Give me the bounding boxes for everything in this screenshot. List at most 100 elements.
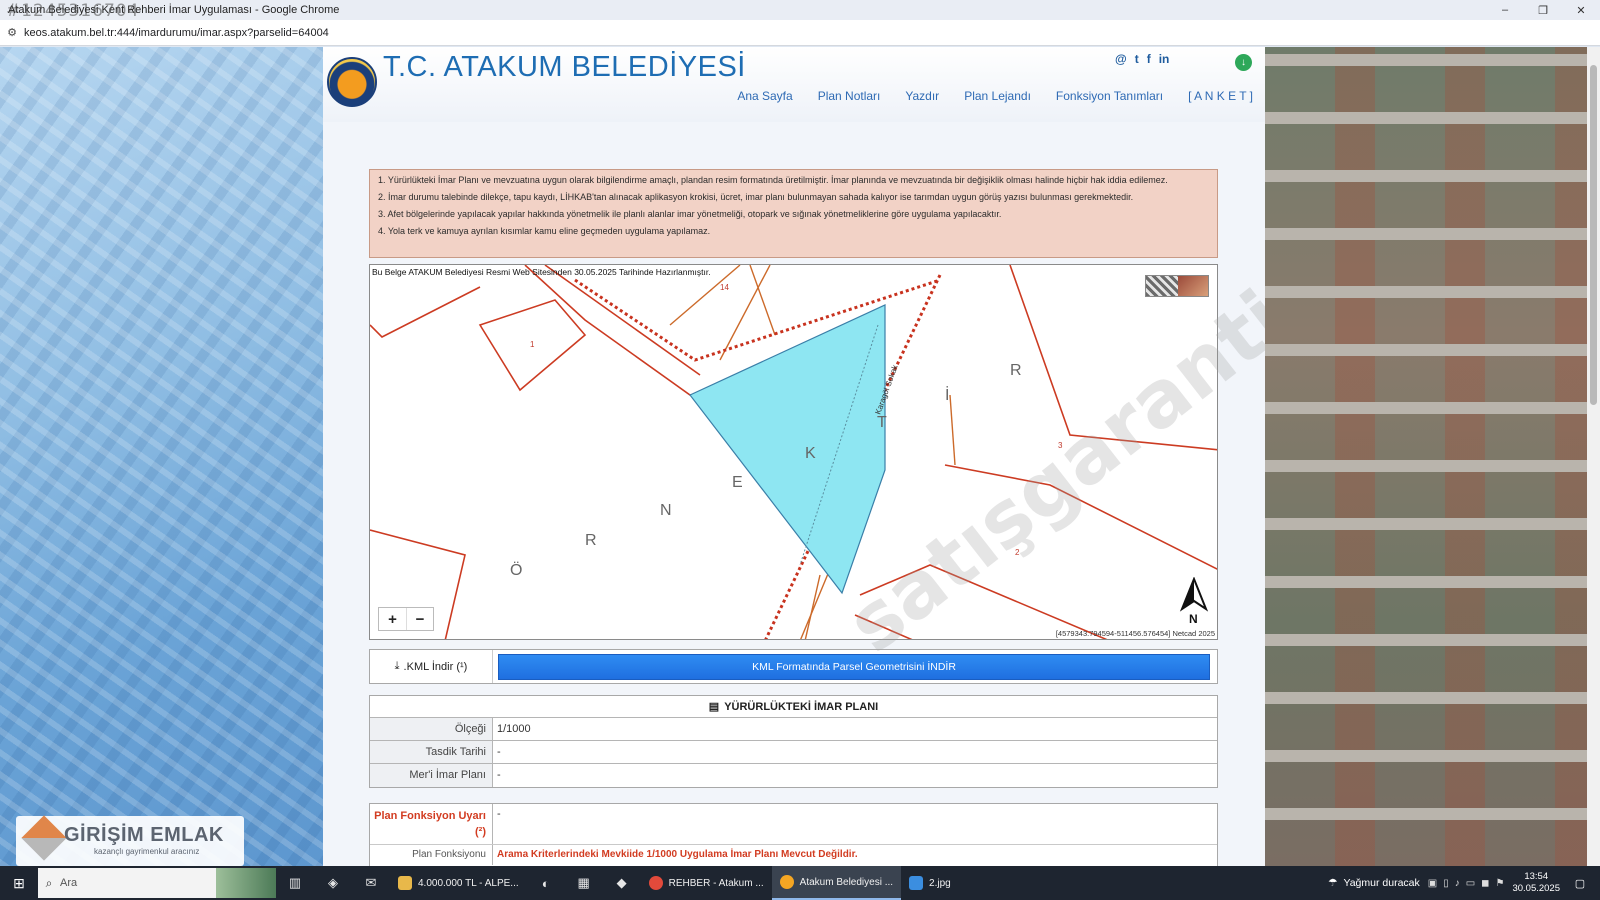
copilot-app-icon[interactable]: ◆ bbox=[603, 866, 641, 900]
tray-app-icon[interactable]: ◼ bbox=[1481, 878, 1489, 889]
area-letter: K bbox=[805, 445, 816, 462]
download-icon[interactable]: ↓ bbox=[1235, 54, 1252, 71]
calculator-icon[interactable]: ▦ bbox=[565, 866, 603, 900]
zoom-in-button[interactable]: + bbox=[379, 608, 406, 630]
map-canvas[interactable]: 1 14 3 2 Karagöl Sokak Ö R N E K T İ R bbox=[370, 265, 1218, 640]
minimize-button[interactable]: – bbox=[1486, 0, 1524, 20]
clock[interactable]: 13:54 30.05.2025 bbox=[1512, 871, 1560, 895]
road-edge bbox=[949, 394, 956, 466]
close-button[interactable]: ✕ bbox=[1562, 0, 1600, 20]
kml-label: ⤓ .KML İndir (¹) bbox=[370, 650, 493, 683]
kml-label-text: .KML İndir (¹) bbox=[403, 660, 468, 673]
left-background-image bbox=[0, 47, 323, 866]
taskbar-app-label: Atakum Belediyesi ... bbox=[799, 876, 894, 888]
nav-ana-sayfa[interactable]: Ana Sayfa bbox=[737, 89, 792, 103]
notifications-icon[interactable]: ▢ bbox=[1568, 877, 1592, 890]
window-title: Atakum Belediyesi Kent Rehberi İmar Uygu… bbox=[8, 4, 340, 16]
search-placeholder: Ara bbox=[60, 877, 78, 889]
taskbar-app-label: 4.000.000 TL - ALPE... bbox=[418, 877, 519, 889]
selected-parcel[interactable] bbox=[689, 304, 886, 595]
battery-icon[interactable]: ▯ bbox=[1443, 878, 1449, 889]
twitter-icon[interactable]: t bbox=[1135, 52, 1139, 66]
zoom-out-button[interactable]: − bbox=[406, 608, 433, 630]
layer-switch-icon[interactable] bbox=[1145, 275, 1209, 297]
area-letter: R bbox=[1010, 362, 1022, 379]
weather-text: Yağmur duracak bbox=[1343, 877, 1420, 889]
kml-download-button[interactable]: KML Formatında Parsel Geometrisini İNDİR bbox=[498, 653, 1210, 680]
map-coordinates: [4579343.794594-511456.576454] Netcad 20… bbox=[1055, 629, 1215, 638]
parcel-number-label: 14 bbox=[720, 283, 729, 292]
nav-yazdir[interactable]: Yazdır bbox=[905, 89, 939, 103]
tray-icons: ▣ ▯ ♪ ▭ ◼ ⚑ bbox=[1428, 878, 1505, 889]
search-highlight-image bbox=[216, 868, 276, 898]
north-arrow-icon: N bbox=[1177, 577, 1211, 627]
web-icon[interactable]: @ bbox=[1115, 52, 1127, 66]
notice-item: 2. İmar durumu talebinde dilekçe, tapu k… bbox=[378, 192, 1134, 202]
parcel-map[interactable]: 1 14 3 2 Karagöl Sokak Ö R N E K T İ R B… bbox=[369, 264, 1218, 640]
taskbar-app[interactable]: REHBER - Atakum ... bbox=[641, 866, 772, 900]
page-scrollbar[interactable] bbox=[1587, 47, 1600, 866]
facebook-icon[interactable]: f bbox=[1147, 52, 1151, 66]
row-label: Tasdik Tarihi bbox=[370, 741, 493, 763]
parcel-boundary bbox=[370, 286, 481, 338]
agency-tagline: kazançlı gayrimenkul aracınız bbox=[94, 847, 200, 856]
taskbar-search[interactable]: ⌕ Ara bbox=[38, 868, 276, 898]
clock-date: 30.05.2025 bbox=[1512, 883, 1560, 894]
chrome-icon bbox=[648, 876, 663, 890]
plan-function-table: Plan Fonksiyon Uyarı (²) - Plan Fonksiyo… bbox=[369, 803, 1218, 866]
task-view-icon[interactable]: ▥ bbox=[276, 866, 314, 900]
notification-flag-icon[interactable]: ⚑ bbox=[1495, 878, 1504, 889]
scrollbar-thumb[interactable] bbox=[1590, 65, 1597, 405]
area-letter: N bbox=[660, 502, 672, 519]
road-edge bbox=[749, 265, 776, 336]
nav-plan-notlari[interactable]: Plan Notları bbox=[818, 89, 881, 103]
parcel-boundary bbox=[854, 614, 913, 639]
plan-table-title: YÜRÜRLÜKTEKİ İMAR PLANI bbox=[724, 700, 879, 713]
linkedin-icon[interactable]: in bbox=[1159, 52, 1170, 66]
nav-plan-lejandi[interactable]: Plan Lejandı bbox=[964, 89, 1031, 103]
plan-table-header: ▤ YÜRÜRLÜKTEKİ İMAR PLANI bbox=[370, 696, 1217, 718]
nav-fonksiyon-tanimlari[interactable]: Fonksiyon Tanımları bbox=[1056, 89, 1163, 103]
outlook-icon[interactable]: ✉ bbox=[352, 866, 390, 900]
site-title[interactable]: T.C. ATAKUM BELEDİYESİ bbox=[383, 51, 746, 84]
row-value: 1/1000 bbox=[493, 718, 1217, 740]
windows-start-icon[interactable]: ⊞ bbox=[0, 866, 38, 900]
main-nav: Ana Sayfa Plan Notları Yazdır Plan Lejan… bbox=[323, 89, 1253, 103]
main-content: T.C. ATAKUM BELEDİYESİ @ t f in ↓ Ana Sa… bbox=[323, 47, 1265, 866]
taskbar-app[interactable]: 4.000.000 TL - ALPE... bbox=[390, 866, 527, 900]
notice-item: 1. Yürürlükteki İmar Planı ve mevzuatına… bbox=[378, 175, 1168, 185]
restore-button[interactable]: ❐ bbox=[1524, 0, 1562, 20]
function-warning-value: - bbox=[497, 808, 501, 820]
row-label: Ölçeği bbox=[370, 718, 493, 740]
weather-widget[interactable]: ☂ Yağmur duracak bbox=[1328, 877, 1420, 889]
taskbar-app[interactable]: 2.jpg bbox=[901, 866, 959, 900]
notice-item: 3. Afet bölgelerinde yapılacak yapılar h… bbox=[378, 209, 1002, 219]
function-value: Arama Kriterlerindeki Mevkiide 1/1000 Uy… bbox=[497, 849, 858, 860]
volume-icon[interactable]: ♪ bbox=[1455, 878, 1460, 889]
table-row: Tasdik Tarihi - bbox=[370, 741, 1217, 764]
cloud-rain-icon: ☂ bbox=[1328, 877, 1338, 889]
edge-icon[interactable]: ◐ bbox=[527, 866, 565, 900]
tray-app-icon[interactable]: ▣ bbox=[1428, 878, 1437, 889]
url-text[interactable]: keos.atakum.bel.tr:444/imardurumu/imar.a… bbox=[24, 27, 329, 39]
notice-box: 1. Yürürlükteki İmar Planı ve mevzuatına… bbox=[369, 169, 1218, 258]
agency-logo: GİRİŞİM EMLAK kazançlı gayrimenkul aracı… bbox=[16, 815, 244, 866]
nav-anket[interactable]: [ A N K E T ] bbox=[1188, 89, 1253, 103]
photos-icon bbox=[909, 876, 924, 890]
taskbar-app-active[interactable]: Atakum Belediyesi ... bbox=[771, 866, 902, 900]
address-bar[interactable]: ⚙ keos.atakum.bel.tr:444/imardurumu/imar… bbox=[0, 20, 1600, 46]
zoom-controls: + − bbox=[378, 607, 434, 631]
site-header: T.C. ATAKUM BELEDİYESİ @ t f in ↓ Ana Sa… bbox=[323, 47, 1265, 122]
social-links: @ t f in bbox=[1115, 52, 1169, 66]
taskbar: ⊞ ⌕ Ara ▥ ◈ ✉ 4.000.000 TL - ALPE... ◐ ▦… bbox=[0, 866, 1600, 900]
site-settings-icon[interactable]: ⚙ bbox=[0, 26, 24, 39]
folder-icon bbox=[398, 876, 412, 890]
parcel-boundary bbox=[944, 464, 1217, 570]
network-icon[interactable]: ▭ bbox=[1466, 878, 1475, 889]
north-label: N bbox=[1189, 612, 1198, 626]
area-letter: Ö bbox=[510, 561, 522, 579]
window-controls: – ❐ ✕ bbox=[1486, 0, 1600, 20]
right-background-image bbox=[1265, 47, 1587, 866]
search-icon: ⌕ bbox=[45, 875, 53, 890]
copilot-icon[interactable]: ◈ bbox=[314, 866, 352, 900]
